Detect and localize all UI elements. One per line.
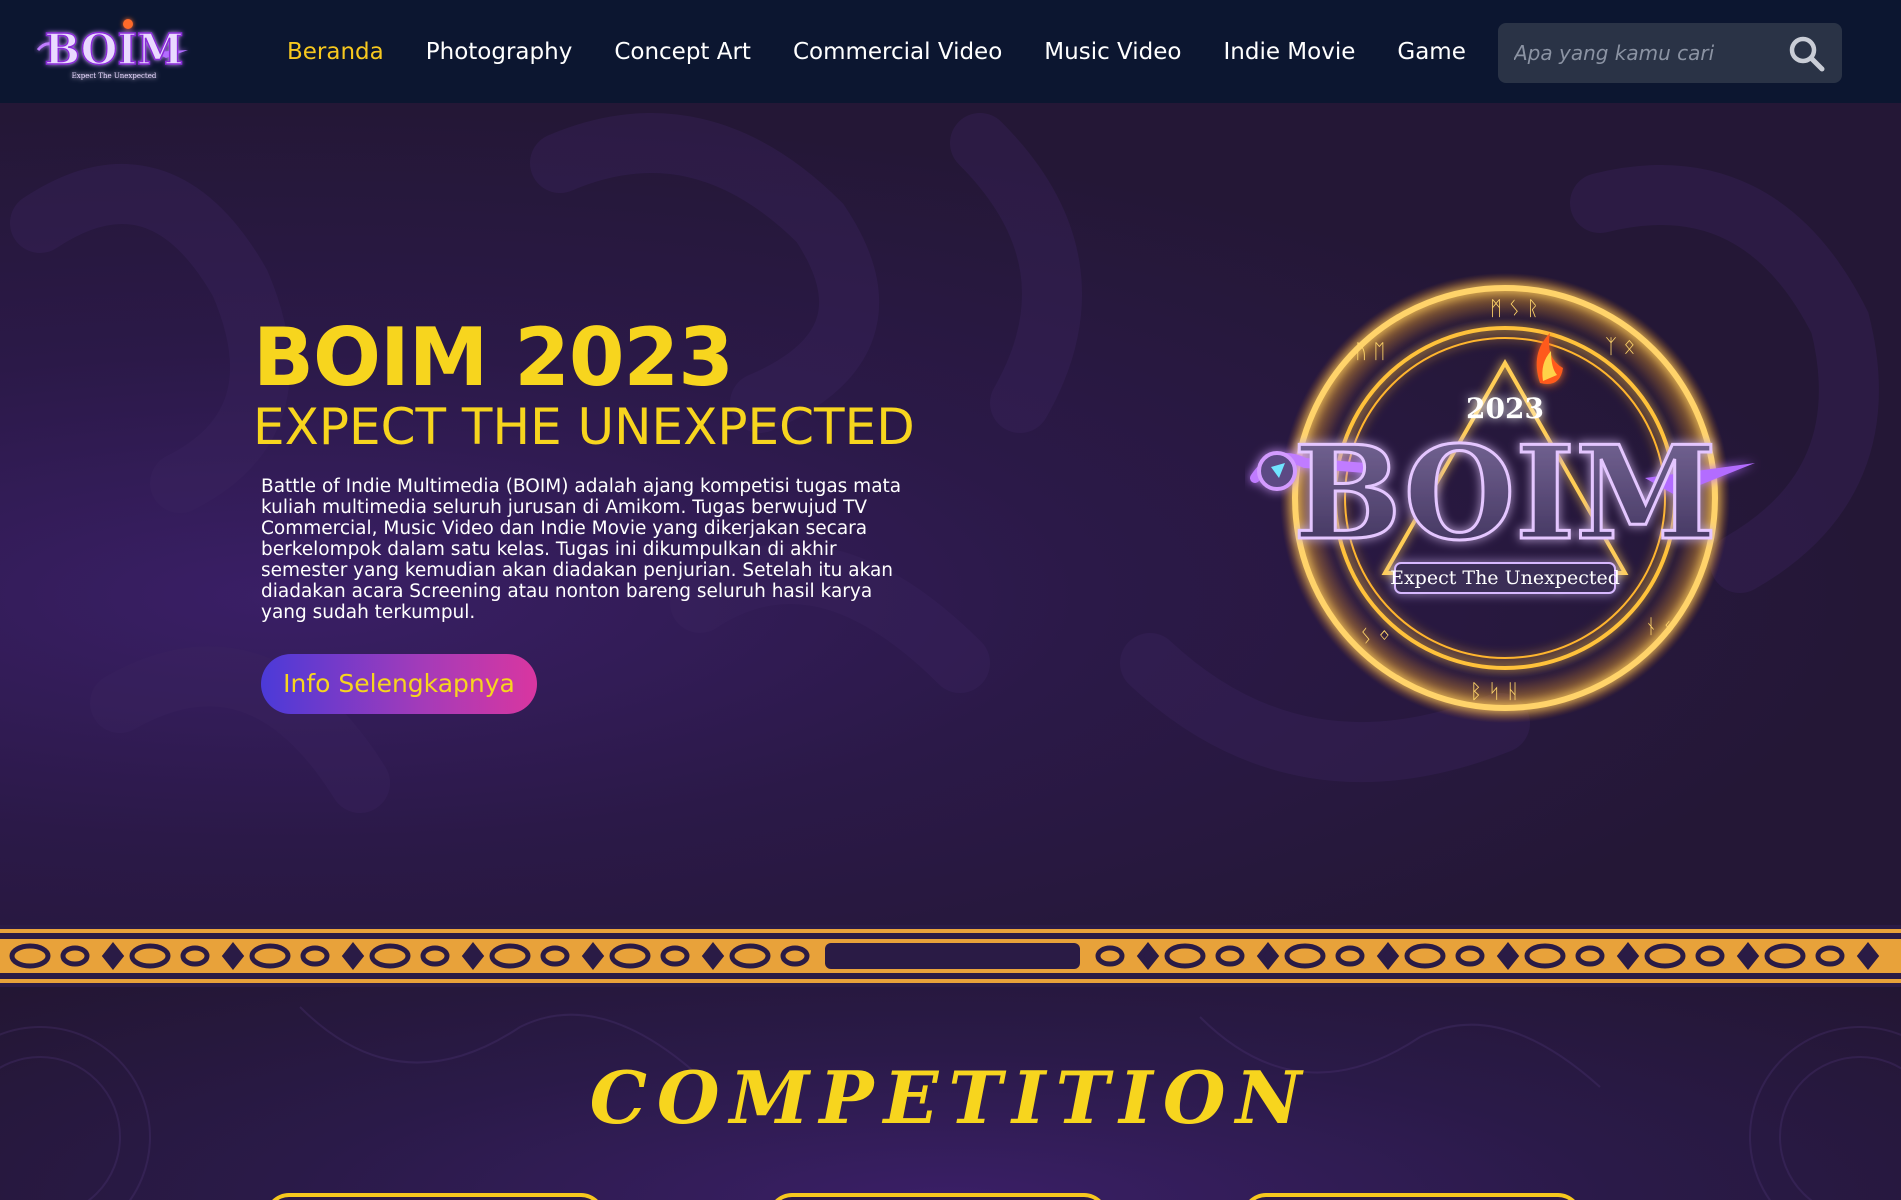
nav-item-photography[interactable]: Photography: [426, 39, 573, 65]
search-icon[interactable]: [1788, 35, 1826, 73]
search-box: [1498, 23, 1842, 83]
main-nav: Beranda Photography Concept Art Commerci…: [287, 0, 1508, 103]
svg-text:ᚢ ᛖ: ᚢ ᛖ: [1355, 339, 1385, 363]
search-input[interactable]: [1498, 41, 1768, 65]
nav-item-game[interactable]: Game: [1397, 39, 1465, 65]
svg-text:ᚾ ᛃ: ᚾ ᛃ: [1645, 614, 1675, 638]
emblem-name: BOIM: [1293, 419, 1717, 569]
competition-card[interactable]: [768, 1193, 1108, 1200]
svg-text:ᛊ ᛜ: ᛊ ᛜ: [1360, 624, 1390, 648]
competition-card[interactable]: [1242, 1193, 1582, 1200]
logo-tagline: Expect The Unexpected: [72, 72, 157, 80]
nav-item-commercial-video[interactable]: Commercial Video: [793, 39, 1002, 65]
competition-section: COMPETITION: [0, 987, 1901, 1200]
competition-title: COMPETITION: [589, 1055, 1312, 1140]
hero-section: BOIM 2023 EXPECT THE UNEXPECTED Battle o…: [0, 103, 1901, 925]
nav-item-concept-art[interactable]: Concept Art: [614, 39, 751, 65]
boim-logo[interactable]: BOIM Expect The Unexpected: [34, 12, 194, 86]
nav-item-indie-movie[interactable]: Indie Movie: [1224, 39, 1356, 65]
svg-text:BOIM: BOIM: [44, 25, 183, 74]
nav-item-music-video[interactable]: Music Video: [1044, 39, 1181, 65]
ornament-chain-divider: [0, 925, 1901, 987]
hero-title: BOIM 2023: [253, 311, 734, 404]
info-selengkapnya-button[interactable]: Info Selengkapnya: [261, 654, 537, 714]
emblem-tagline: Expect The Unexpected: [1390, 567, 1620, 589]
navbar: BOIM Expect The Unexpected Beranda Photo…: [0, 0, 1901, 103]
hero-description: Battle of Indie Multimedia (BOIM) adalah…: [261, 476, 902, 623]
svg-text:ᛉ ᛟ: ᛉ ᛟ: [1605, 334, 1635, 358]
hero-subtitle: EXPECT THE UNEXPECTED: [253, 398, 915, 456]
nav-item-beranda[interactable]: Beranda: [287, 39, 384, 65]
svg-text:ᛗ ᛊ ᚱ: ᛗ ᛊ ᚱ: [1490, 296, 1539, 320]
svg-text:ᛒ ᛋ ᚺ: ᛒ ᛋ ᚺ: [1470, 679, 1519, 703]
boim-emblem: ᛗ ᛊ ᚱ ᛉ ᛟ ᚢ ᛖ ᚠ ᛁ ᚾ ᛃ ᛊ ᛜ ᛒ ᛋ ᚺ 2023 BOI…: [1250, 273, 1755, 723]
competition-card[interactable]: [265, 1193, 605, 1200]
